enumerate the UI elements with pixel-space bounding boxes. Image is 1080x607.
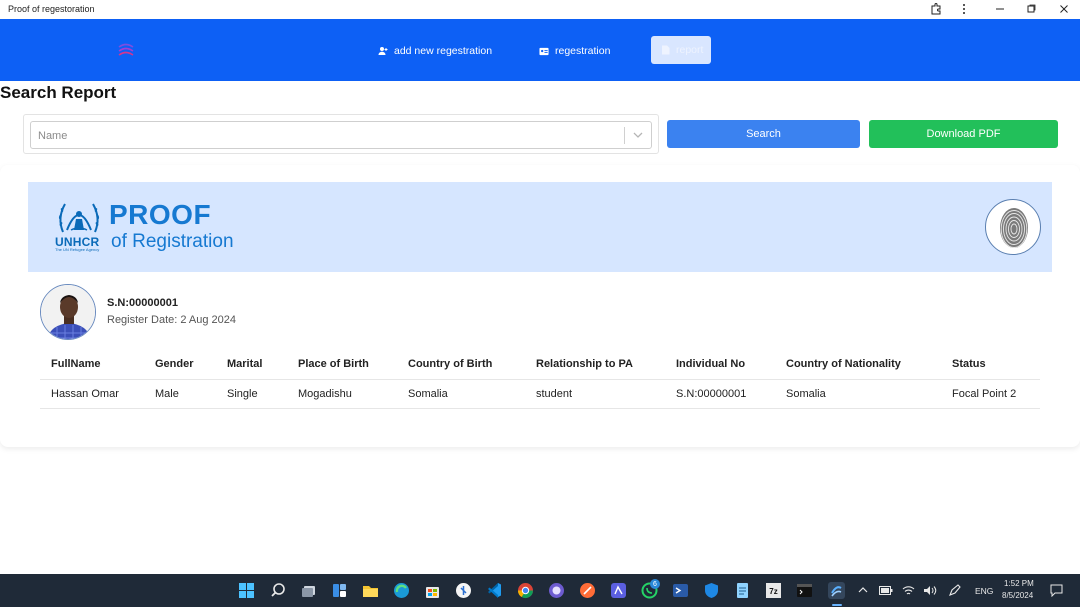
svg-text:7z: 7z — [769, 587, 777, 596]
vscode-icon[interactable] — [486, 582, 503, 599]
search-button[interactable]: Search — [667, 120, 860, 148]
notepad-icon[interactable] — [734, 582, 751, 599]
column-header: FullName — [40, 350, 144, 380]
nav-report[interactable]: report — [651, 36, 711, 64]
seven-zip-icon[interactable]: 7z — [765, 582, 782, 599]
table-row: Hassan Omar Male Single Mogadishu Somali… — [40, 379, 1040, 409]
nav-registration[interactable]: regestration — [539, 39, 610, 63]
minimize-icon[interactable] — [992, 2, 1008, 16]
active-app-indicator — [832, 604, 842, 606]
app-icon-white-circle[interactable] — [455, 582, 472, 599]
powershell-icon[interactable] — [672, 582, 689, 599]
nav-add-new-registration[interactable]: add new regestration — [378, 39, 492, 63]
cell-gender: Male — [144, 379, 216, 409]
defender-shield-icon[interactable] — [703, 582, 720, 599]
clock-time[interactable]: 1:52 PM — [1004, 579, 1034, 588]
notification-icon[interactable] — [1050, 584, 1063, 597]
widgets-icon[interactable] — [331, 582, 348, 599]
column-header: Gender — [144, 350, 216, 380]
column-header: Individual No — [665, 350, 775, 380]
person-photo — [41, 285, 95, 339]
search-container: Name — [23, 114, 659, 154]
app-logo-icon[interactable] — [116, 41, 136, 59]
registration-table: FullName Gender Marital Place of Birth C… — [40, 350, 1040, 409]
postman-icon[interactable] — [579, 582, 596, 599]
page-title: Search Report — [0, 83, 117, 102]
windows-start-icon[interactable] — [238, 582, 255, 599]
register-date: Register Date: 2 Aug 2024 — [107, 314, 237, 326]
chevron-up-icon[interactable] — [858, 586, 868, 594]
battery-icon[interactable] — [879, 586, 893, 595]
table-header-row: FullName Gender Marital Place of Birth C… — [40, 350, 1040, 380]
column-header: Country of Nationality — [775, 350, 941, 380]
nav-label: report — [676, 44, 704, 56]
close-icon[interactable] — [1056, 2, 1072, 16]
cell-relationship: student — [525, 379, 665, 409]
column-header: Status — [941, 350, 1040, 380]
name-select[interactable]: Name — [30, 121, 652, 149]
restore-icon[interactable] — [1023, 2, 1039, 16]
search-icon[interactable] — [270, 582, 287, 599]
name-select-placeholder: Name — [38, 130, 68, 142]
app-icon-purple[interactable] — [548, 582, 565, 599]
select-separator — [624, 127, 625, 144]
chrome-icon[interactable] — [517, 582, 534, 599]
download-pdf-button[interactable]: Download PDF — [869, 120, 1058, 148]
task-view-icon[interactable] — [301, 582, 318, 599]
nav-label: regestration — [555, 45, 611, 57]
language-indicator[interactable]: ENG — [975, 586, 993, 596]
volume-icon[interactable] — [923, 585, 937, 596]
column-header: Place of Birth — [287, 350, 397, 380]
id-card-icon — [539, 46, 549, 56]
window-title: Proof of regestoration — [8, 4, 95, 14]
active-app-icon[interactable] — [828, 582, 845, 599]
avatar — [40, 284, 96, 340]
column-header: Marital — [216, 350, 287, 380]
wifi-icon[interactable] — [902, 585, 915, 596]
fingerprint-icon — [1000, 208, 1028, 248]
cell-marital: Single — [216, 379, 287, 409]
cell-individual-no: S.N:00000001 — [665, 379, 775, 409]
fingerprint-image — [985, 199, 1041, 255]
proof-title: PROOF — [109, 199, 212, 230]
chevron-down-icon[interactable] — [632, 128, 644, 142]
pen-icon[interactable] — [948, 584, 962, 597]
document-icon — [661, 45, 670, 55]
cell-country-of-nationality: Somalia — [775, 379, 941, 409]
cell-fullname: Hassan Omar — [40, 379, 144, 409]
whatsapp-badge: 6 — [650, 579, 660, 589]
window-titlebar: Proof of regestoration — [0, 0, 1080, 19]
nav-label: add new regestration — [394, 45, 493, 57]
serial-number: S.N:00000001 — [107, 297, 178, 309]
top-navbar: add new regestration regestration report — [0, 19, 1080, 81]
cell-place-of-birth: Mogadishu — [287, 379, 397, 409]
clock-date[interactable]: 8/5/2024 — [1002, 591, 1033, 600]
cell-country-of-birth: Somalia — [397, 379, 525, 409]
of-registration-title: of Registration — [111, 231, 234, 252]
column-header: Country of Birth — [397, 350, 525, 380]
unhcr-emblem-icon — [58, 203, 100, 233]
microsoft-store-icon[interactable] — [424, 582, 441, 599]
extensions-icon[interactable] — [928, 2, 944, 16]
column-header: Relationship to PA — [525, 350, 665, 380]
windows-taskbar: 6 7z ENG 1:52 PM 8/5/2024 — [0, 574, 1080, 607]
more-options-icon[interactable] — [956, 2, 972, 16]
terminal-icon[interactable] — [796, 582, 813, 599]
file-explorer-icon[interactable] — [362, 582, 379, 599]
app-icon-blue[interactable] — [610, 582, 627, 599]
cell-status: Focal Point 2 — [941, 379, 1040, 409]
edge-browser-icon[interactable] — [393, 582, 410, 599]
unhcr-subtitle: The UN Refugee Agency — [55, 247, 100, 252]
add-user-icon — [378, 46, 388, 56]
